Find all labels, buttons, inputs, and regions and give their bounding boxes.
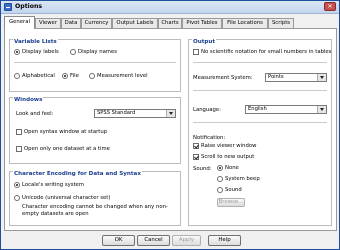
file-radio[interactable] [62, 73, 68, 79]
windows-title: Windows [13, 97, 44, 103]
character-encoding-title: Character Encoding for Data and Syntax [13, 171, 142, 177]
display-labels-option[interactable]: Display labels [14, 49, 59, 55]
options-dialog: Options ✕ General Viewer Data Currency O… [0, 0, 340, 250]
tab-charts[interactable]: Charts [158, 18, 182, 28]
display-labels-label: Display labels [22, 49, 59, 55]
display-names-option[interactable]: Display names [70, 49, 117, 55]
measurement-level-option[interactable]: Measurement level [89, 73, 148, 79]
file-label: File [70, 73, 79, 79]
output-divider-2 [193, 90, 327, 91]
look-and-feel-value: SPSS Standard [97, 110, 136, 116]
alphabetical-label: Alphabetical [22, 73, 55, 79]
sound-beep-radio[interactable] [217, 176, 223, 182]
file-option[interactable]: File [62, 73, 79, 79]
close-icon[interactable]: ✕ [324, 2, 336, 11]
raise-viewer-checkbox[interactable] [193, 143, 199, 149]
sound-beep-label: System beep [225, 176, 260, 182]
window-title: Options [15, 3, 43, 10]
unicode-option[interactable]: Unicode (universal character set) [14, 195, 110, 201]
display-labels-radio[interactable] [14, 49, 20, 55]
apply-button[interactable]: Apply [172, 235, 201, 246]
measurement-system-label: Measurement System: [193, 75, 253, 81]
scroll-new-option[interactable]: Scroll to new output [193, 154, 254, 160]
output-divider-3 [193, 122, 327, 123]
unicode-radio[interactable] [14, 195, 20, 201]
no-scientific-checkbox[interactable] [193, 49, 199, 55]
locale-option[interactable]: Locale's writing system [14, 182, 84, 188]
variable-lists-group: Variable Lists Display labels Display na… [9, 39, 181, 92]
tab-output-labels[interactable]: Output Labels [112, 18, 158, 28]
cancel-button[interactable]: Cancel [137, 235, 170, 246]
tab-data[interactable]: Data [61, 18, 81, 28]
open-syntax-option[interactable]: Open syntax window at startup [16, 129, 107, 135]
open-syntax-checkbox[interactable] [16, 129, 22, 135]
encoding-note: Character encoding cannot be changed whe… [22, 204, 168, 217]
chevron-down-icon[interactable] [166, 110, 175, 117]
tab-pivot-tables[interactable]: Pivot Tables [182, 18, 222, 28]
scroll-new-label: Scroll to new output [201, 154, 255, 160]
display-names-radio[interactable] [70, 49, 76, 55]
language-label: Language: [193, 107, 221, 113]
sound-sound-radio[interactable] [217, 187, 223, 193]
variable-lists-title: Variable Lists [13, 39, 58, 45]
variable-lists-divider [14, 62, 176, 63]
tab-general[interactable]: General [4, 16, 35, 29]
no-scientific-option[interactable]: No scientific notation for small numbers… [193, 49, 331, 55]
measurement-system-value: Points [268, 74, 284, 80]
sound-sound-option[interactable]: Sound [217, 187, 242, 193]
raise-viewer-option[interactable]: Raise viewer window [193, 143, 256, 149]
title-bar: Options ✕ [1, 1, 339, 14]
measurement-level-radio[interactable] [89, 73, 95, 79]
open-one-dataset-label: Open only one dataset at a time [24, 146, 110, 152]
alphabetical-radio[interactable] [14, 73, 20, 79]
unicode-label: Unicode (universal character set) [22, 195, 111, 201]
chevron-down-icon[interactable] [317, 74, 326, 81]
scroll-new-checkbox[interactable] [193, 154, 199, 160]
display-names-label: Display names [78, 49, 117, 55]
app-icon [4, 3, 12, 11]
alphabetical-option[interactable]: Alphabetical [14, 73, 55, 79]
output-title: Output [192, 39, 217, 45]
output-divider-1 [193, 62, 327, 63]
open-one-dataset-checkbox[interactable] [16, 146, 22, 152]
look-and-feel-select[interactable]: SPSS Standard [94, 109, 176, 118]
language-select[interactable]: English [245, 105, 327, 114]
locale-radio[interactable] [14, 182, 20, 188]
sound-beep-option[interactable]: System beep [217, 176, 260, 182]
tab-currency[interactable]: Currency [81, 18, 112, 28]
sound-sound-label: Sound [225, 187, 242, 193]
no-scientific-label: No scientific notation for small numbers… [201, 49, 332, 55]
language-value: English [248, 106, 267, 112]
locale-label: Locale's writing system [22, 182, 84, 188]
notification-label: Notification: [193, 135, 226, 141]
measurement-level-label: Measurement level [97, 73, 148, 79]
chevron-down-icon[interactable] [317, 106, 326, 113]
open-syntax-label: Open syntax window at startup [24, 129, 108, 135]
windows-group: Windows Look and feel: SPSS Standard Ope… [9, 97, 181, 164]
tab-file-locations[interactable]: File Locations [222, 18, 268, 28]
tab-scripts[interactable]: Scripts [268, 18, 294, 28]
open-one-dataset-option[interactable]: Open only one dataset at a time [16, 146, 110, 152]
general-tab-panel: Variable Lists Display labels Display na… [4, 28, 337, 231]
raise-viewer-label: Raise viewer window [201, 143, 257, 149]
ok-button[interactable]: OK [102, 235, 135, 246]
character-encoding-group: Character Encoding for Data and Syntax L… [9, 171, 181, 226]
look-and-feel-label: Look and feel: [16, 111, 54, 117]
sound-none-label: None [225, 165, 239, 171]
sound-none-radio[interactable] [217, 165, 223, 171]
tab-viewer[interactable]: Viewer [35, 18, 61, 28]
measurement-system-select[interactable]: Points [265, 73, 327, 82]
sound-label: Sound: [193, 166, 212, 172]
sound-none-option[interactable]: None [217, 165, 239, 171]
help-button[interactable]: Help [208, 235, 241, 246]
browse-button[interactable]: Browse... [217, 198, 245, 207]
output-group: Output No scientific notation for small … [188, 39, 332, 226]
